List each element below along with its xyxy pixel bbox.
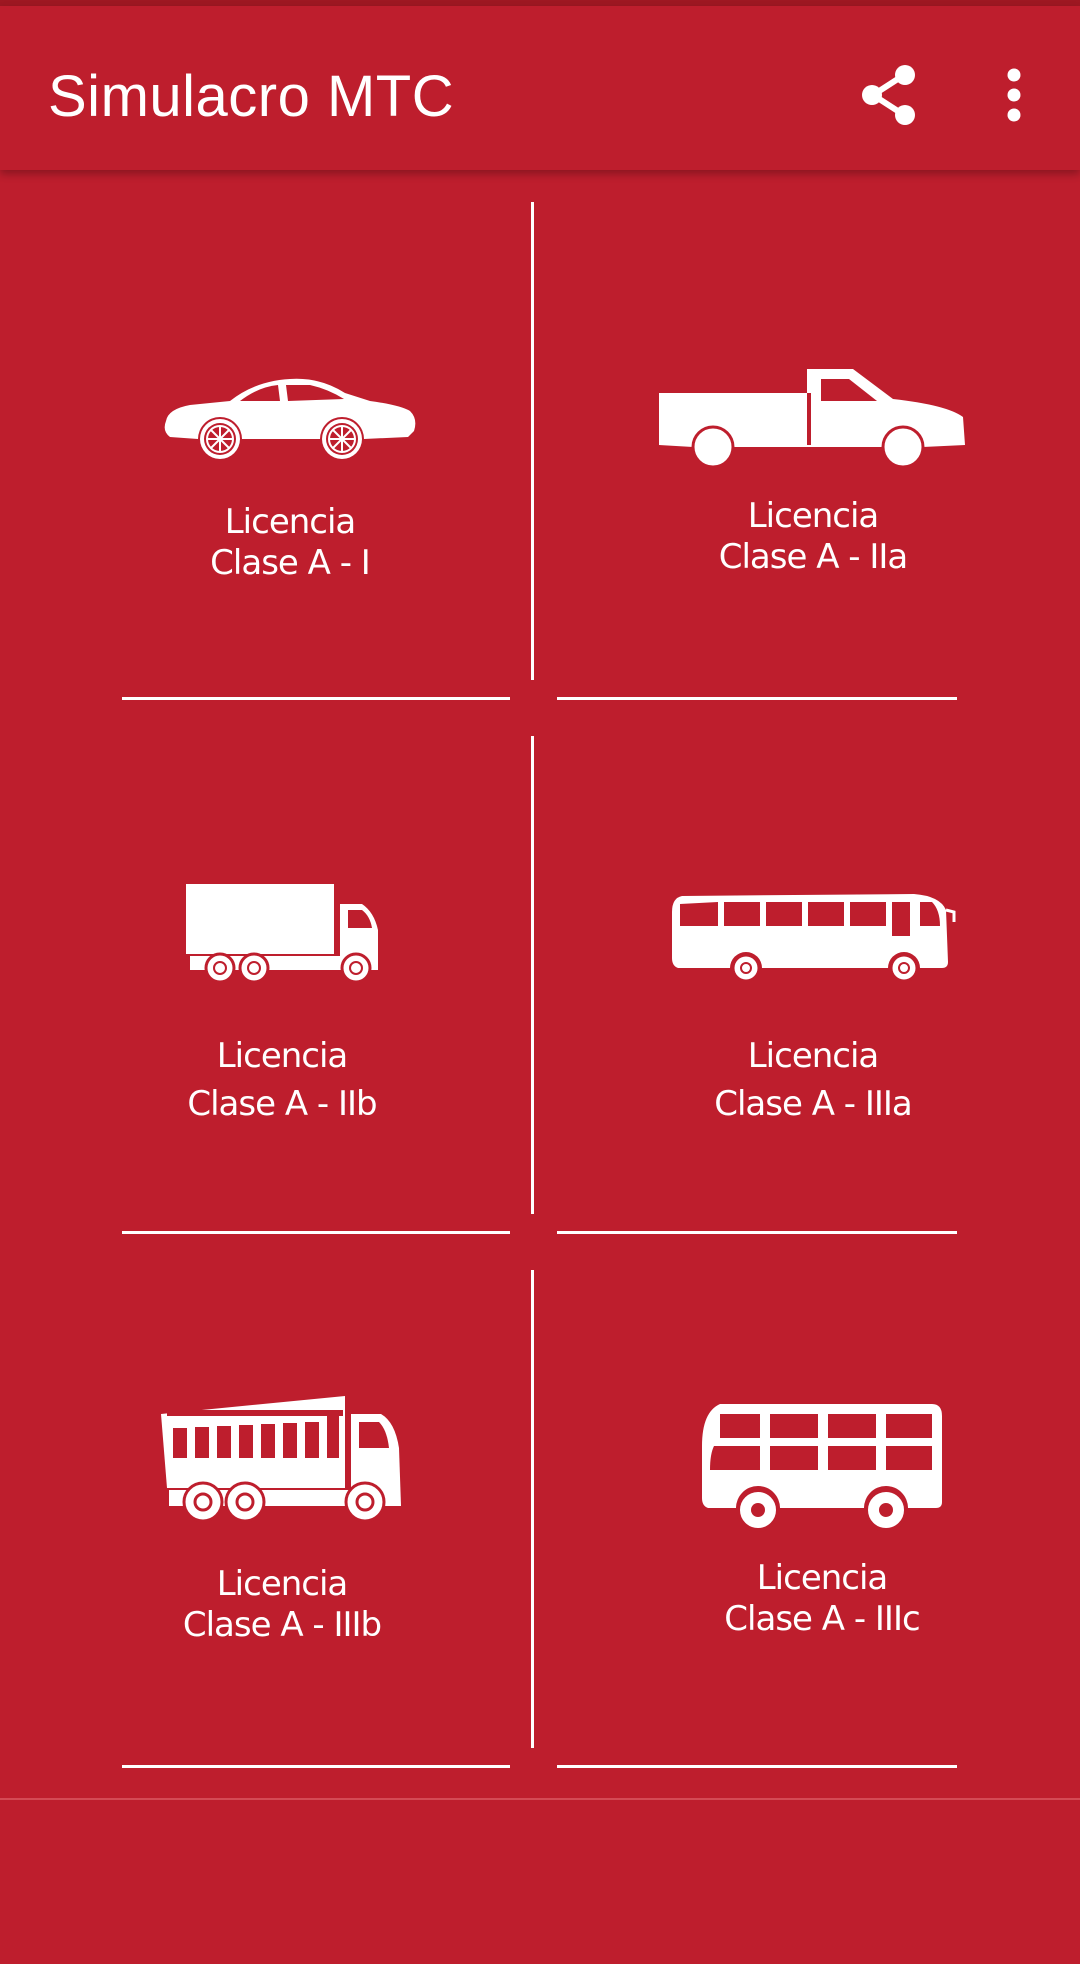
share-icon xyxy=(862,65,915,125)
license-title: Licencia xyxy=(747,496,880,536)
more-options-button[interactable] xyxy=(982,58,1046,132)
license-label: Licencia Clase A - IIIa xyxy=(553,1032,1073,1128)
share-button[interactable] xyxy=(852,58,926,132)
license-tile-a-iib[interactable]: Licencia Clase A - IIb xyxy=(22,724,542,1244)
license-title: Licencia xyxy=(216,1036,349,1076)
pickup-truck-icon xyxy=(553,365,1073,467)
license-tile-a-iiib[interactable]: Licencia Clase A - IIIb xyxy=(22,1258,542,1778)
license-class: Clase A - IIa xyxy=(718,537,909,577)
license-class: Clase A - IIIc xyxy=(724,1599,920,1639)
license-class: Clase A - IIb xyxy=(187,1084,377,1124)
license-tile-a-iia[interactable]: Licencia Clase A - IIa xyxy=(553,190,1073,710)
license-label: Licencia Clase A - I xyxy=(30,502,550,584)
license-tile-a-iiia[interactable]: Licencia Clase A - IIIa xyxy=(553,724,1073,1244)
license-tile-a-i[interactable]: Licencia Clase A - I xyxy=(30,190,550,710)
app-bar: Simulacro MTC xyxy=(0,6,1080,170)
license-class: Clase A - I xyxy=(210,543,371,583)
license-title: Licencia xyxy=(747,1036,880,1076)
license-grid: Licencia Clase A - I Licencia Clase A - … xyxy=(0,170,1080,1800)
license-title: Licencia xyxy=(216,1564,349,1604)
box-truck-icon xyxy=(22,882,542,986)
license-label: Licencia Clase A - IIb xyxy=(22,1032,542,1128)
license-class: Clase A - IIIb xyxy=(182,1605,382,1645)
coach-bus-icon xyxy=(553,892,1073,984)
bottom-divider xyxy=(0,1798,1080,1800)
license-class: Clase A - IIIa xyxy=(714,1084,913,1124)
car-icon xyxy=(30,375,550,465)
license-label: Licencia Clase A - IIIb xyxy=(22,1564,542,1646)
license-label: Licencia Clase A - IIa xyxy=(553,496,1073,578)
city-bus-icon xyxy=(562,1402,1080,1532)
license-tile-a-iiic[interactable]: Licencia Clase A - IIIc xyxy=(562,1258,1080,1778)
app-title: Simulacro MTC xyxy=(48,64,455,129)
license-title: Licencia xyxy=(756,1558,889,1598)
more-vert-icon xyxy=(1007,68,1021,122)
dump-truck-icon xyxy=(22,1394,542,1524)
license-title: Licencia xyxy=(224,502,357,542)
license-label: Licencia Clase A - IIIc xyxy=(562,1558,1080,1640)
